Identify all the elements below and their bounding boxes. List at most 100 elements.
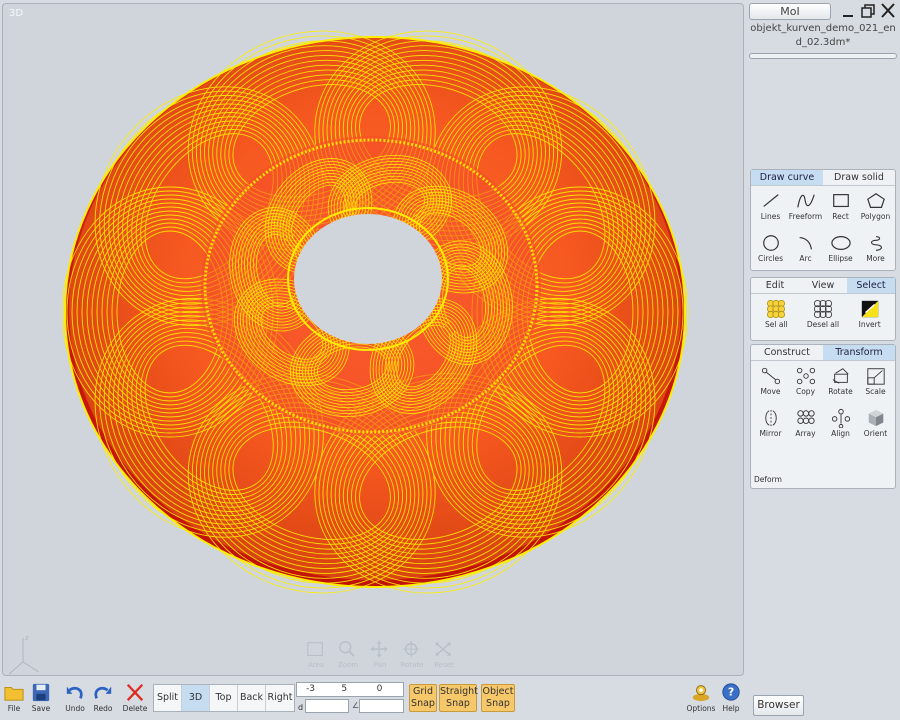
redo-button[interactable]: Redo	[89, 682, 117, 713]
draw-tab-draw-curve[interactable]: Draw curve	[751, 170, 823, 185]
transform-scale-button[interactable]: Scale	[858, 364, 893, 404]
deform-section-label[interactable]: Deform	[754, 475, 782, 484]
select-desel-all-button[interactable]: Desel all	[800, 297, 847, 337]
distance-field[interactable]	[305, 699, 349, 713]
svg-text:z: z	[25, 634, 29, 642]
restore-window-icon[interactable]	[860, 2, 876, 19]
tool-label: Rotate	[828, 387, 853, 396]
draw-arc-button[interactable]: Arc	[788, 231, 823, 271]
transform-panel: Construct Transform Move Copy Rotate Scale Mi…	[750, 344, 896, 489]
scale-icon	[866, 368, 885, 385]
file-name: objekt_kurven_demo_021_end_02.3dm*	[750, 23, 896, 48]
tool-label: Lines	[760, 212, 781, 221]
straight-snap-toggle[interactable]: Straight Snap	[439, 684, 478, 712]
undo-button[interactable]: Undo	[61, 682, 89, 713]
coord-x: -3	[306, 684, 315, 694]
browser-button[interactable]: Browser	[753, 695, 804, 716]
ellipse-icon	[830, 236, 851, 250]
coordinate-input[interactable]: -3 5 0	[296, 682, 404, 697]
nav-reset-button[interactable]: Reset	[431, 640, 457, 669]
rotate-icon	[402, 640, 420, 658]
app-menu-button[interactable]: MoI	[749, 3, 831, 20]
coord-y: 5	[341, 684, 348, 694]
nav-pan-button[interactable]: Pan	[367, 640, 393, 669]
edit-tab-select[interactable]: Select	[847, 278, 895, 293]
help-question-icon: ?	[722, 683, 740, 701]
arc-icon	[799, 236, 812, 250]
nav-rotate-button[interactable]: Rotate	[399, 640, 425, 669]
construct-tab-transform[interactable]: Transform	[823, 345, 895, 360]
delete-button[interactable]: Delete	[121, 682, 149, 713]
draw-lines-button[interactable]: Lines	[753, 189, 788, 229]
delete-x-icon	[126, 683, 144, 701]
tool-label: Orient	[863, 429, 888, 438]
transform-copy-button[interactable]: Copy	[788, 364, 823, 404]
toolbar-label: Redo	[93, 704, 113, 713]
file-button[interactable]: File	[0, 682, 28, 713]
tool-label: Scale	[865, 387, 886, 396]
tool-label: Align	[831, 429, 850, 438]
draw-more-button[interactable]: More	[858, 231, 893, 271]
nav-area-button[interactable]: Area	[303, 640, 329, 669]
nav-label: Reset	[434, 661, 454, 669]
transform-align-button[interactable]: Align	[823, 406, 858, 446]
redo-arrow-icon	[94, 686, 112, 699]
nav-zoom-button[interactable]: Zoom	[335, 640, 361, 669]
folder-icon	[4, 687, 24, 701]
view-back-button[interactable]: Back	[238, 685, 266, 711]
invert-selection-icon	[861, 300, 878, 318]
circle-icon	[762, 235, 779, 251]
edit-tab-view[interactable]: View	[799, 278, 847, 293]
nav-label: Area	[307, 661, 325, 669]
transform-rotate-button[interactable]: Rotate	[823, 364, 858, 404]
draw-freeform-button[interactable]: Freeform	[788, 189, 823, 229]
select-invert-button[interactable]: Invert	[846, 297, 893, 337]
draw-ellipse-button[interactable]: Ellipse	[823, 231, 858, 271]
draw-rect-button[interactable]: Rect	[823, 189, 858, 229]
draw-polygon-button[interactable]: Polygon	[858, 189, 893, 229]
align-icon	[831, 408, 850, 428]
transform-move-button[interactable]: Move	[753, 364, 788, 404]
toolbar-label: Help	[722, 704, 740, 713]
copy-icon	[796, 367, 815, 385]
select-all-icon	[767, 300, 786, 318]
construct-tab-construct[interactable]: Construct	[751, 345, 823, 360]
help-button[interactable]: ? Help	[716, 682, 746, 713]
view-right-button[interactable]: Right	[266, 685, 294, 711]
select-sel-all-button[interactable]: Sel all	[753, 297, 800, 337]
torus-model[interactable]	[3, 4, 744, 676]
tool-label: Freeform	[788, 212, 823, 221]
options-gear-icon	[692, 685, 710, 702]
array-icon	[796, 410, 815, 424]
toolbar-label: Undo	[65, 704, 85, 713]
close-icon[interactable]	[880, 2, 896, 19]
toolbar-label: Save	[31, 704, 51, 713]
angle-field[interactable]	[359, 699, 404, 713]
draw-circles-button[interactable]: Circles	[753, 231, 788, 271]
transform-orient-button[interactable]: Orient	[858, 406, 893, 446]
transform-array-button[interactable]: Array	[788, 406, 823, 446]
magnifier-icon	[339, 641, 356, 658]
nav-label: Rotate	[400, 661, 424, 669]
edit-panel: Edit View Select Sel all Desel all Invert	[750, 277, 896, 341]
freeform-curve-icon	[796, 194, 815, 208]
rectangle-icon	[832, 194, 849, 208]
grid-snap-toggle[interactable]: Grid Snap	[409, 684, 437, 712]
options-button[interactable]: Options	[686, 682, 716, 713]
object-snap-toggle[interactable]: Object Snap	[481, 684, 515, 712]
orient-icon	[868, 409, 883, 427]
axis-triad-icon: z	[8, 634, 40, 675]
view-buttons: Split 3D Top Back Right	[153, 684, 295, 712]
view-top-button[interactable]: Top	[210, 685, 238, 711]
area-zoom-icon	[307, 642, 323, 656]
view-split-button[interactable]: Split	[154, 685, 182, 711]
minimize-icon[interactable]	[840, 2, 856, 19]
transform-mirror-button[interactable]: Mirror	[753, 406, 788, 446]
view-3d-button[interactable]: 3D	[182, 685, 210, 711]
edit-tab-edit[interactable]: Edit	[751, 278, 799, 293]
tool-label: Ellipse	[828, 254, 853, 263]
toolbar-label: File	[7, 704, 21, 713]
draw-tab-draw-solid[interactable]: Draw solid	[823, 170, 895, 185]
viewport-3d[interactable]: 3D Area Zoom Pan Rotate Reset z	[2, 3, 744, 676]
save-button[interactable]: Save	[27, 682, 55, 713]
